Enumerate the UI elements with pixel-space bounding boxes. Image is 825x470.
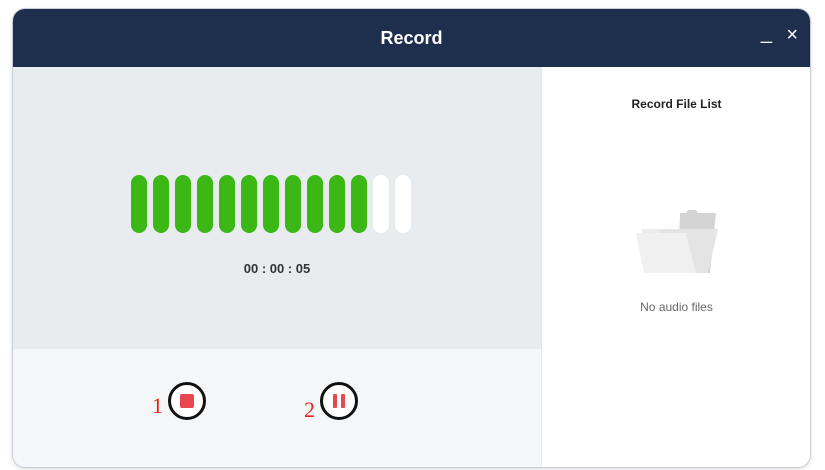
record-window: Record _ × 00 : 00 : 05 Record File List… — [13, 9, 810, 467]
record-file-list-panel: Record File List No audio files — [541, 67, 810, 467]
annotation-label-2: 2 — [304, 397, 315, 422]
minimize-icon[interactable]: _ — [761, 23, 772, 43]
level-bar-active — [263, 175, 279, 233]
level-bar-active — [153, 175, 169, 233]
level-bar-inactive — [373, 175, 389, 233]
level-bar-active — [175, 175, 191, 233]
title-bar: Record _ × — [13, 9, 810, 67]
window-title: Record — [380, 28, 443, 48]
level-bar-active — [131, 175, 147, 233]
level-bar-active — [197, 175, 213, 233]
level-bar-active — [241, 175, 257, 233]
stop-icon — [180, 394, 194, 408]
empty-state-text: No audio files — [640, 300, 713, 314]
level-bar-active — [219, 175, 235, 233]
level-bar-active — [285, 175, 301, 233]
close-icon[interactable]: × — [786, 25, 798, 45]
recording-timer: 00 : 00 : 05 — [243, 261, 311, 276]
stop-button[interactable] — [168, 382, 206, 420]
annotation-label-1: 1 — [152, 393, 163, 418]
file-list-title: Record File List — [631, 97, 722, 111]
level-bar-active — [329, 175, 345, 233]
pause-button[interactable] — [320, 382, 358, 420]
level-bar-active — [307, 175, 323, 233]
pause-icon — [333, 394, 337, 408]
level-bar-active — [351, 175, 367, 233]
controls-panel — [13, 349, 541, 467]
recording-panel: 00 : 00 : 05 — [13, 67, 541, 349]
level-bar-inactive — [395, 175, 411, 233]
folder-icon — [636, 207, 718, 284]
pause-icon-bar — [341, 394, 345, 408]
